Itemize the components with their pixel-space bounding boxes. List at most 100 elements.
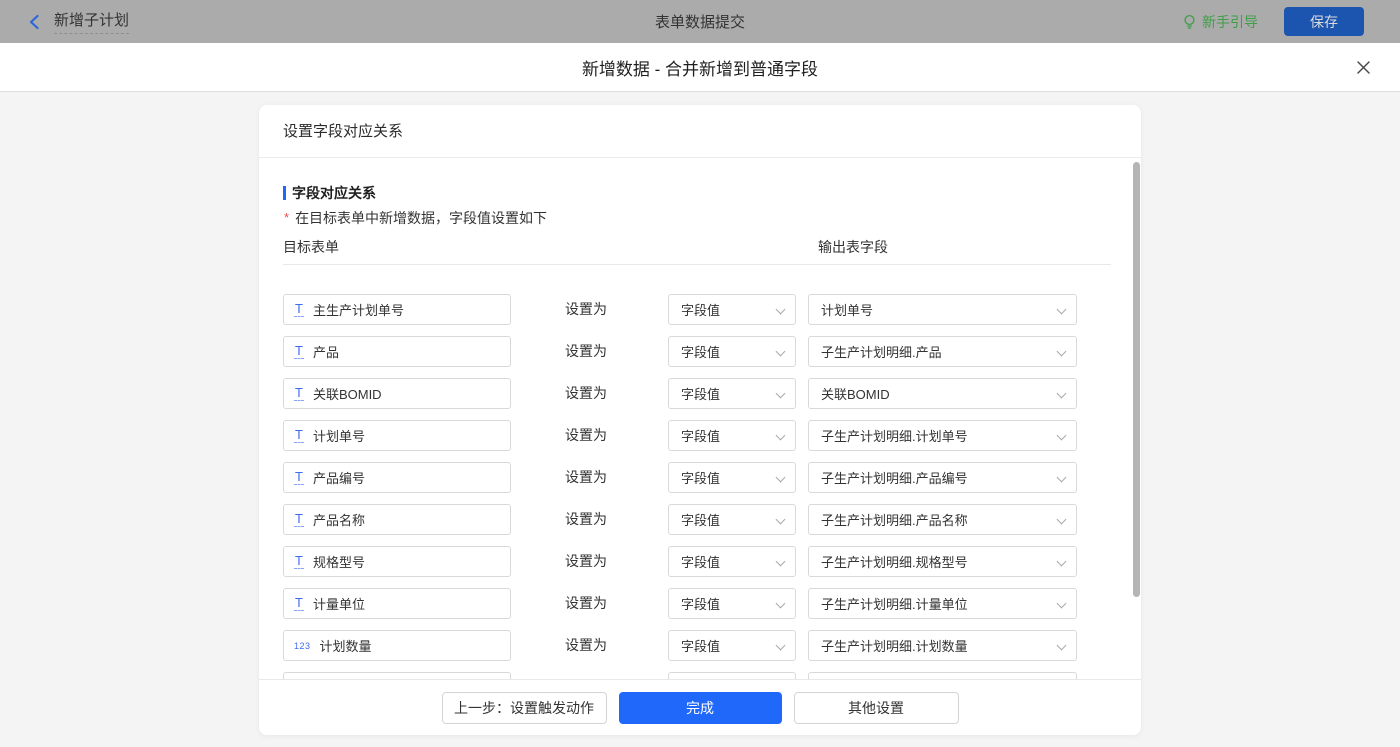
save-button[interactable]: 保存 (1284, 7, 1364, 36)
target-field-input[interactable]: T 关联BOMID (283, 378, 511, 409)
value-mode-selected: 字段值 (681, 468, 720, 487)
value-mode-selected: 字段值 (681, 594, 720, 613)
output-field-select[interactable] (808, 672, 1077, 679)
chevron-down-icon (776, 557, 786, 567)
value-mode-selected: 字段值 (681, 342, 720, 361)
other-settings-button[interactable]: 其他设置 (794, 692, 959, 724)
card-header-title: 设置字段对应关系 (259, 105, 1141, 158)
output-field-selected: 子生产计划明细.产品 (821, 342, 942, 361)
card-footer: 上一步：设置触发动作 完成 其他设置 (259, 679, 1141, 735)
required-asterisk: * (284, 210, 289, 225)
chevron-down-icon (1057, 347, 1067, 357)
text-field-icon: T (294, 344, 304, 359)
column-header-target-form: 目标表单 (283, 237, 339, 257)
beginner-guide-link[interactable]: 新手引导 (1182, 12, 1258, 32)
value-mode-select[interactable]: 字段值 (668, 420, 796, 451)
mapping-row (259, 672, 1141, 679)
chevron-down-icon (1057, 599, 1067, 609)
output-field-select[interactable]: 子生产计划明细.计量单位 (808, 588, 1077, 619)
target-field-label: 计量单位 (313, 594, 365, 613)
chevron-down-icon (1057, 431, 1067, 441)
value-mode-select[interactable]: 字段值 (668, 462, 796, 493)
value-mode-select[interactable]: 字段值 (668, 336, 796, 367)
text-field-icon: T (294, 470, 304, 485)
output-field-selected: 子生产计划明细.计划单号 (821, 426, 968, 445)
output-field-selected: 计划单号 (821, 300, 873, 319)
value-mode-select[interactable]: 字段值 (668, 546, 796, 577)
target-field-input[interactable]: T 规格型号 (283, 546, 511, 577)
close-icon (1356, 60, 1371, 75)
target-field-label: 计划数量 (320, 636, 372, 655)
modal-title: 新增数据 - 合并新增到普通字段 (582, 55, 818, 80)
value-mode-select[interactable]: 字段值 (668, 630, 796, 661)
mapping-row: T 关联BOMID 设置为 字段值 关联BOMID (259, 378, 1141, 420)
top-bar: 新增子计划 表单数据提交 新手引导 保存 (0, 0, 1400, 43)
output-field-selected: 子生产计划明细.产品名称 (821, 510, 968, 529)
target-field-label: 产品名称 (313, 510, 365, 529)
value-mode-select[interactable] (668, 672, 796, 679)
back-button[interactable] (26, 13, 44, 31)
output-field-selected: 子生产计划明细.计划数量 (821, 636, 968, 655)
chevron-down-icon (1057, 389, 1067, 399)
output-field-select[interactable]: 子生产计划明细.产品编号 (808, 462, 1077, 493)
mapping-row: T 计量单位 设置为 字段值 子生产计划明细.计量单位 (259, 588, 1141, 630)
mapping-row: T 规格型号 设置为 字段值 子生产计划明细.规格型号 (259, 546, 1141, 588)
output-field-selected: 子生产计划明细.规格型号 (821, 552, 968, 571)
set-as-label: 设置为 (565, 504, 607, 535)
output-field-select[interactable]: 关联BOMID (808, 378, 1077, 409)
target-field-input[interactable]: T 产品编号 (283, 462, 511, 493)
close-button[interactable] (1352, 56, 1374, 78)
done-button[interactable]: 完成 (619, 692, 782, 724)
column-divider (283, 264, 1111, 265)
output-field-select[interactable]: 子生产计划明细.产品名称 (808, 504, 1077, 535)
mapping-row: T 产品名称 设置为 字段值 子生产计划明细.产品名称 (259, 504, 1141, 546)
guide-label: 新手引导 (1202, 12, 1258, 32)
target-field-input[interactable] (283, 672, 511, 679)
set-as-label: 设置为 (565, 420, 607, 451)
value-mode-select[interactable]: 字段值 (668, 378, 796, 409)
chevron-down-icon (1057, 515, 1067, 525)
set-as-label: 设置为 (565, 336, 607, 367)
chevron-down-icon (776, 431, 786, 441)
chevron-down-icon (776, 347, 786, 357)
target-field-input[interactable]: T 主生产计划单号 (283, 294, 511, 325)
mapping-row: T 主生产计划单号 设置为 字段值 计划单号 (259, 294, 1141, 336)
description-text: 在目标表单中新增数据，字段值设置如下 (295, 210, 547, 226)
output-field-select[interactable]: 子生产计划明细.计划数量 (808, 630, 1077, 661)
column-header-output-field: 输出表字段 (818, 237, 888, 257)
target-field-input[interactable]: T 产品 (283, 336, 511, 367)
text-field-icon: T (294, 302, 304, 317)
output-field-select[interactable]: 子生产计划明细.规格型号 (808, 546, 1077, 577)
chevron-down-icon (776, 305, 786, 315)
value-mode-selected: 字段值 (681, 552, 720, 571)
target-field-input[interactable]: T 产品名称 (283, 504, 511, 535)
number-field-icon: 123 (294, 641, 311, 651)
chevron-down-icon (1057, 473, 1067, 483)
target-field-input[interactable]: T 计量单位 (283, 588, 511, 619)
chevron-down-icon (1057, 641, 1067, 651)
value-mode-selected: 字段值 (681, 300, 720, 319)
plan-name[interactable]: 新增子计划 (54, 9, 129, 34)
section-accent-bar (283, 186, 286, 200)
mapping-scroll-area: 字段对应关系 *在目标表单中新增数据，字段值设置如下 目标表单 输出表字段 T … (259, 158, 1141, 679)
output-field-selected: 子生产计划明细.产品编号 (821, 468, 968, 487)
target-field-input[interactable]: T 计划单号 (283, 420, 511, 451)
vertical-scrollbar[interactable] (1133, 162, 1140, 597)
value-mode-select[interactable]: 字段值 (668, 504, 796, 535)
chevron-down-icon (1057, 557, 1067, 567)
modal-header: 新增数据 - 合并新增到普通字段 (0, 43, 1400, 92)
target-field-input[interactable]: 123 计划数量 (283, 630, 511, 661)
mapping-row: T 产品 设置为 字段值 子生产计划明细.产品 (259, 336, 1141, 378)
output-field-select[interactable]: 子生产计划明细.产品 (808, 336, 1077, 367)
value-mode-select[interactable]: 字段值 (668, 294, 796, 325)
output-field-select[interactable]: 子生产计划明细.计划单号 (808, 420, 1077, 451)
output-field-select[interactable]: 计划单号 (808, 294, 1077, 325)
section-description: * 在目标表单中新增数据，字段值设置如下 (284, 208, 547, 228)
lightbulb-icon (1182, 14, 1197, 30)
output-field-selected: 关联BOMID (821, 384, 890, 403)
value-mode-selected: 字段值 (681, 510, 720, 529)
chevron-down-icon (776, 599, 786, 609)
value-mode-select[interactable]: 字段值 (668, 588, 796, 619)
previous-step-button[interactable]: 上一步：设置触发动作 (442, 692, 607, 724)
chevron-down-icon (1057, 305, 1067, 315)
